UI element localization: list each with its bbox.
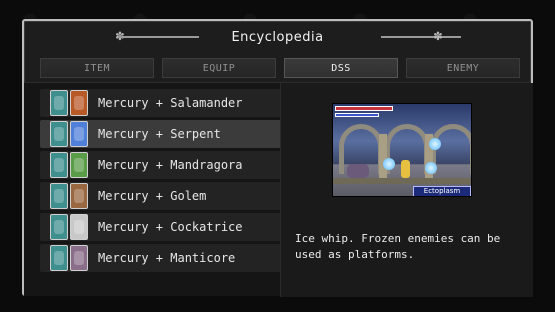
cockatrice-card-icon (70, 214, 88, 240)
mercury-card-icon (50, 90, 68, 116)
title-divider-left (119, 36, 199, 38)
detail-panel: Ectoplasm Ice whip. Frozen enemies can b… (280, 83, 533, 297)
card-pair (50, 152, 88, 178)
manticore-card-icon (70, 245, 88, 271)
serpent-card-icon (70, 121, 88, 147)
golem-card-icon (70, 183, 88, 209)
title-divider-right (381, 36, 461, 38)
encyclopedia-window: ◄ ► ✽ Encyclopedia ✽ ITEM EQUIP DSS ENEM… (22, 19, 533, 297)
mercury-card-icon (50, 152, 68, 178)
mandragora-card-icon (70, 152, 88, 178)
list-item[interactable]: Mercury + Mandragora (40, 151, 284, 179)
ability-preview-image: Ectoplasm (332, 103, 472, 197)
list-item-label: Mercury + Mandragora (98, 158, 243, 172)
tab-item[interactable]: ITEM (40, 58, 154, 78)
mercury-card-icon (50, 214, 68, 240)
list-item[interactable]: Mercury + Golem (40, 182, 284, 210)
window-title: Encyclopedia (231, 29, 324, 45)
list-item[interactable]: Mercury + Cockatrice (40, 213, 284, 241)
list-item-label: Mercury + Manticore (98, 251, 236, 265)
list-item[interactable]: Mercury + Salamander (40, 89, 284, 117)
enemy-name-tag: Ectoplasm (413, 186, 471, 196)
tab-equip[interactable]: EQUIP (162, 58, 276, 78)
list-item-label: Mercury + Serpent (98, 127, 221, 141)
mercury-card-icon (50, 121, 68, 147)
hp-bar (335, 106, 393, 111)
list-item[interactable]: Mercury + Manticore (40, 244, 284, 272)
tab-enemy[interactable]: ENEMY (406, 58, 520, 78)
castle-pillar (379, 134, 387, 178)
card-pair (50, 90, 88, 116)
frozen-enemy-sprite (347, 164, 369, 178)
ability-description: Ice whip. Frozen enemies can be used as … (295, 232, 501, 261)
card-pair (50, 245, 88, 271)
list-item-label: Mercury + Cockatrice (98, 220, 243, 234)
tab-equip-label: EQUIP (202, 62, 236, 74)
ice-crystal-icon (383, 158, 395, 170)
card-pair (50, 214, 88, 240)
tab-enemy-label: ENEMY (446, 62, 480, 74)
ice-crystal-icon (429, 138, 441, 150)
mp-bar (335, 113, 379, 117)
card-pair (50, 121, 88, 147)
list-item-label: Mercury + Golem (98, 189, 207, 203)
mercury-card-icon (50, 245, 68, 271)
ice-crystal-icon (425, 162, 437, 174)
castle-floor (333, 178, 471, 184)
dss-combination-list: Mercury + Salamander Mercury + Serpent M… (40, 89, 284, 289)
card-pair (50, 183, 88, 209)
list-item-label: Mercury + Salamander (98, 96, 243, 110)
mercury-card-icon (50, 183, 68, 209)
player-sprite (401, 160, 410, 178)
content-area: Mercury + Salamander Mercury + Serpent M… (24, 82, 533, 297)
tab-dss-label: DSS (331, 62, 351, 74)
title-bar: ✽ Encyclopedia ✽ (24, 21, 531, 53)
tab-item-label: ITEM (83, 62, 111, 74)
title-ornament-right-icon: ✽ (433, 28, 443, 44)
list-item-selected[interactable]: Mercury + Serpent (40, 120, 284, 148)
salamander-card-icon (70, 90, 88, 116)
tab-dss[interactable]: DSS (284, 58, 398, 78)
category-tabs: ITEM EQUIP DSS ENEMY (40, 58, 520, 78)
